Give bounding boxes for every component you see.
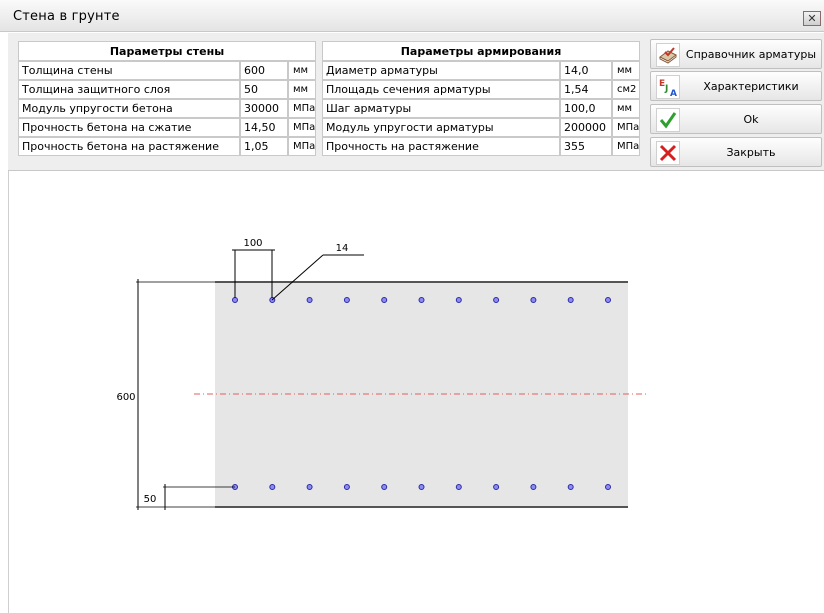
wall-section-drawing: 100 14 600 50 (116, 238, 648, 510)
rebar-dot (493, 297, 500, 303)
thickness-label: 600 (116, 392, 135, 403)
rebar-dot (455, 484, 462, 490)
rebar-dot (567, 484, 574, 490)
rebar-dot (343, 484, 350, 490)
rebar-dot (306, 484, 313, 490)
rebar-dot (567, 297, 574, 303)
rebar-dot (269, 484, 276, 490)
rebar-dot (381, 297, 388, 303)
rebar-dot (232, 297, 238, 303)
rebar-dot (418, 297, 425, 303)
diameter-label: 14 (336, 243, 349, 254)
rebar-dot (381, 484, 388, 490)
rebar-dot (605, 484, 611, 490)
rebar-dot (605, 297, 611, 303)
rebar-dot (530, 484, 537, 490)
step-dimension-label: 100 (243, 238, 262, 249)
rebar-dot (418, 484, 425, 490)
rebar-dot (530, 297, 537, 303)
rebar-dot (455, 297, 462, 303)
rebar-dot (343, 297, 350, 303)
cover-label: 50 (144, 494, 157, 505)
rebar-dot (306, 297, 313, 303)
rebar-dot (493, 484, 500, 490)
window: Стена в грунте ✕ Параметры стены Толщина… (0, 0, 824, 613)
